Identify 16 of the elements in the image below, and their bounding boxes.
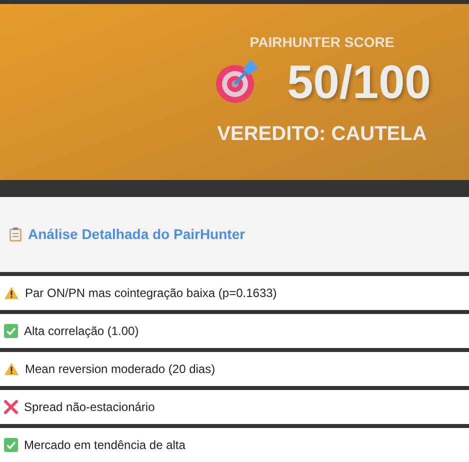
clipboard-icon xyxy=(9,227,22,242)
target-icon xyxy=(213,57,262,105)
item-text: Mean reversion moderado (20 dias) xyxy=(25,361,216,378)
score-value: 50/100 xyxy=(287,58,431,104)
item-text: Mercado em tendência de alta xyxy=(24,437,186,454)
warning-icon xyxy=(4,362,19,376)
checkmark-icon xyxy=(4,324,18,338)
warning-icon xyxy=(4,286,19,300)
score-label: PAIRHUNTER SCORE xyxy=(250,33,394,52)
item-text: Alta correlação (1.00) xyxy=(24,323,139,340)
checkmark-icon xyxy=(4,438,18,452)
item-text: Spread não-estacionário xyxy=(24,399,155,416)
cross-icon xyxy=(4,400,18,414)
item-text: Par ON/PN mas cointegração baixa (p=0.1633) xyxy=(25,285,277,302)
verdict-text: VEREDITO: CAUTELA xyxy=(217,122,427,147)
analysis-title: Análise Detalhada do PairHunter xyxy=(28,225,246,244)
